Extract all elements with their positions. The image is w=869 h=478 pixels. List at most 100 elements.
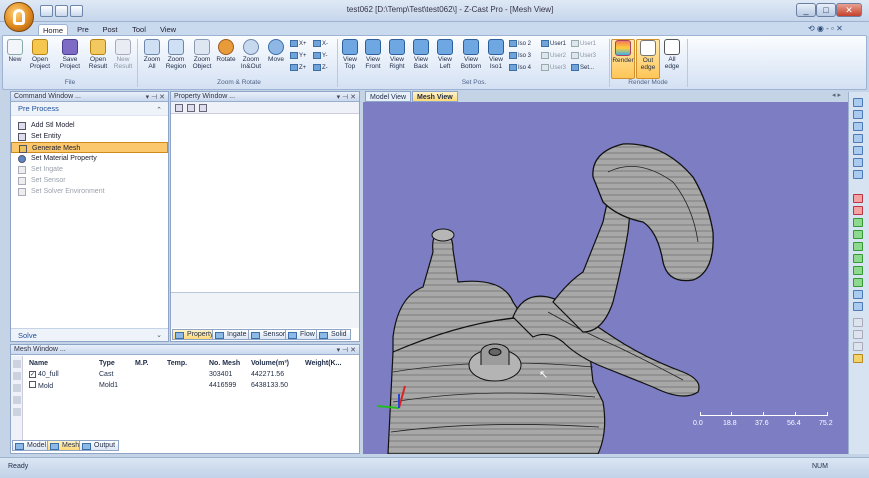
set-user1-button[interactable]: User1 — [571, 39, 596, 49]
tab-model-view[interactable]: Model View — [365, 91, 412, 102]
toolbar-icon[interactable] — [853, 342, 863, 351]
mesh-tool-icon[interactable] — [13, 396, 21, 404]
view-iso4-button[interactable]: Iso 4 — [509, 63, 531, 73]
col-type[interactable]: Type — [97, 358, 133, 369]
toolbar-icon[interactable] — [853, 218, 863, 227]
tab-flow[interactable]: Flow — [285, 329, 319, 340]
panel-pin-close-icon[interactable]: ▾ ⊣ ✕ — [146, 93, 165, 101]
toolbar-icon[interactable] — [853, 318, 863, 327]
tab-model[interactable]: Model — [12, 440, 51, 451]
rotate-y-plus-button[interactable]: Y+ — [290, 51, 307, 61]
tab-property[interactable]: Property — [172, 329, 218, 340]
expand-section-icon[interactable]: ⌄ — [156, 331, 162, 339]
mesh-viewport[interactable]: ↖ 0.0 18.8 37.6 56.4 75.2 — [363, 102, 848, 454]
toolbar-icon[interactable] — [853, 170, 863, 179]
view-iso1-button[interactable]: View Iso1 — [485, 39, 507, 79]
row-checkbox[interactable]: ✓ — [29, 371, 36, 378]
add-stl-model-item[interactable]: Add Stl Model — [11, 120, 168, 131]
toolbar-icon[interactable] — [853, 290, 863, 299]
col-volume[interactable]: Volume(m³) — [249, 358, 303, 369]
set-material-property-item[interactable]: Set Material Property — [11, 153, 168, 164]
sort-alpha-icon[interactable] — [187, 104, 196, 112]
panel-pin-close-icon[interactable]: ▾ ⊣ ✕ — [337, 346, 356, 354]
quick-access-new-icon[interactable] — [40, 5, 53, 17]
view-user3-button[interactable]: User3 — [571, 51, 596, 61]
view-user1-button[interactable]: User1 — [541, 39, 566, 49]
panel-pin-close-icon[interactable]: ▾ ⊣ ✕ — [337, 93, 356, 101]
rotate-y-minus-button[interactable]: Y- — [313, 51, 327, 61]
row-checkbox[interactable] — [29, 381, 36, 388]
set-ingate-item[interactable]: Set Ingate — [11, 164, 168, 175]
view-front-button[interactable]: View Front — [361, 39, 385, 79]
tab-sensor[interactable]: Sensor — [248, 329, 290, 340]
col-temp[interactable]: Temp. — [165, 358, 207, 369]
mesh-tool-icon[interactable] — [13, 408, 21, 416]
set-view-button[interactable]: Set... — [571, 63, 594, 73]
ribbon-right-icons[interactable]: ⟲ ◉ - ▫ ✕ — [808, 24, 843, 33]
open-project-button[interactable]: Open Project — [25, 39, 55, 79]
application-menu-button[interactable] — [4, 2, 34, 32]
set-entity-item[interactable]: Set Entity — [11, 131, 168, 142]
toolbar-icon[interactable] — [853, 146, 863, 155]
toolbar-icon[interactable] — [853, 354, 863, 363]
view-top-button[interactable]: View Top — [339, 39, 361, 79]
toolbar-icon[interactable] — [853, 158, 863, 167]
out-edge-button[interactable]: Out edge — [636, 39, 660, 79]
toolbar-icon[interactable] — [853, 254, 863, 263]
toolbar-icon[interactable] — [853, 302, 863, 311]
move-button[interactable]: Move — [265, 39, 287, 79]
view-bottom-button[interactable]: View Bottom — [457, 39, 485, 79]
toolbar-icon[interactable] — [853, 122, 863, 131]
minimize-button[interactable]: _ — [796, 3, 816, 17]
tab-mesh[interactable]: Mesh — [47, 440, 84, 451]
toolbar-icon[interactable] — [853, 98, 863, 107]
view-scroll-arrows-icon[interactable]: ◂ ▸ — [832, 91, 841, 99]
tab-output[interactable]: Output — [79, 440, 120, 451]
quick-access-open-icon[interactable] — [55, 5, 68, 17]
set-user3-button[interactable]: User3 — [541, 63, 566, 73]
toolbar-icon[interactable] — [853, 206, 863, 215]
sort-category-icon[interactable] — [175, 104, 183, 112]
toolbar-icon[interactable] — [853, 330, 863, 339]
rotate-z-minus-button[interactable]: Z- — [313, 63, 328, 73]
quick-access-save-icon[interactable] — [70, 5, 83, 17]
table-row[interactable]: Mold Mold1 4416599 6438133.50 — [27, 380, 353, 391]
zoom-object-button[interactable]: Zoom Object — [189, 39, 215, 79]
toolbar-icon[interactable] — [853, 242, 863, 251]
new-result-button[interactable]: New Result — [111, 39, 135, 79]
toolbar-icon[interactable] — [853, 278, 863, 287]
col-no-mesh[interactable]: No. Mesh — [207, 358, 249, 369]
toolbar-icon[interactable] — [853, 110, 863, 119]
pre-process-section[interactable]: Pre Process — [11, 102, 168, 116]
col-weight[interactable]: Weight(K... — [303, 358, 353, 369]
mesh-tool-icon[interactable] — [13, 384, 21, 392]
toolbar-icon[interactable] — [853, 230, 863, 239]
tab-mesh-view[interactable]: Mesh View — [412, 91, 458, 102]
col-name[interactable]: Name — [27, 358, 97, 369]
view-left-button[interactable]: View Left — [433, 39, 457, 79]
all-edge-button[interactable]: All edge — [661, 39, 683, 79]
table-row[interactable]: ✓ 40_full Cast 303401 442271.56 — [27, 369, 353, 380]
set-sensor-item[interactable]: Set Sensor — [11, 175, 168, 186]
mesh-tool-icon[interactable] — [13, 372, 21, 380]
mesh-tool-icon[interactable] — [13, 360, 21, 368]
view-iso2-button[interactable]: Iso 2 — [509, 39, 531, 49]
save-project-button[interactable]: Save Project — [55, 39, 85, 79]
property-pages-icon[interactable] — [199, 104, 208, 112]
open-result-button[interactable]: Open Result — [85, 39, 111, 79]
tab-ingate[interactable]: Ingate — [212, 329, 251, 340]
toolbar-icon[interactable] — [853, 194, 863, 203]
zoom-inout-button[interactable]: Zoom In&Out — [237, 39, 265, 79]
render-button[interactable]: Render — [611, 39, 635, 79]
rotate-button[interactable]: Rotate — [215, 39, 237, 79]
collapse-section-icon[interactable]: ⌃ — [156, 106, 162, 114]
zoom-all-button[interactable]: Zoom All — [141, 39, 163, 79]
tab-solid[interactable]: Solid — [316, 329, 351, 340]
generate-mesh-item[interactable]: Generate Mesh — [11, 142, 168, 153]
rotate-z-plus-button[interactable]: Z+ — [290, 63, 306, 73]
view-user2-button[interactable]: User2 — [541, 51, 566, 61]
zoom-region-button[interactable]: Zoom Region — [163, 39, 189, 79]
view-iso3-button[interactable]: Iso 3 — [509, 51, 531, 61]
set-solver-environment-item[interactable]: Set Solver Environment — [11, 186, 168, 197]
toolbar-icon[interactable] — [853, 266, 863, 275]
